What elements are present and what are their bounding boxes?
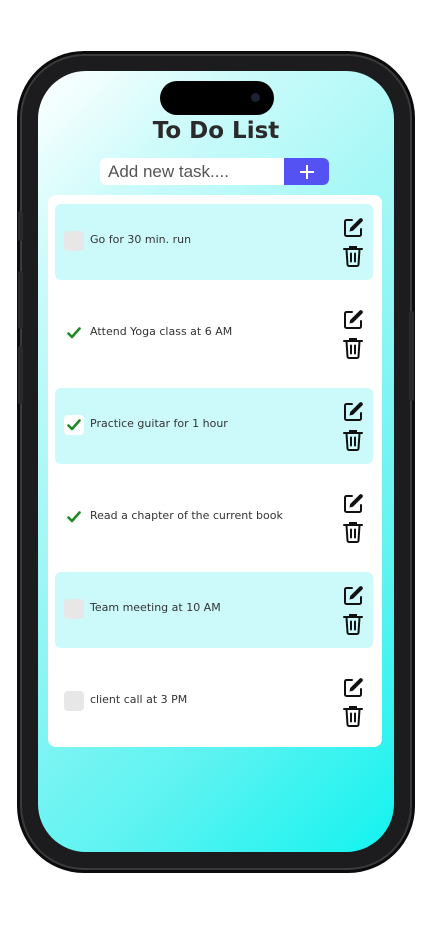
- edit-icon[interactable]: [341, 584, 365, 608]
- trash-icon[interactable]: [341, 244, 365, 268]
- checkmark-icon: [67, 511, 81, 523]
- task-checkbox[interactable]: [64, 691, 84, 711]
- volume-up-button: [18, 271, 23, 329]
- trash-icon[interactable]: [341, 520, 365, 544]
- edit-icon[interactable]: [341, 216, 365, 240]
- trash-icon[interactable]: [341, 428, 365, 452]
- add-task-form: [100, 158, 329, 185]
- edit-icon[interactable]: [341, 400, 365, 424]
- trash-icon[interactable]: [341, 704, 365, 728]
- task-checkbox[interactable]: [64, 323, 84, 343]
- plus-icon: [299, 164, 314, 179]
- camera-icon: [251, 93, 260, 102]
- task-item: client call at 3 PM: [55, 664, 373, 740]
- edit-icon[interactable]: [341, 676, 365, 700]
- task-label: Go for 30 min. run: [90, 233, 192, 246]
- task-item: Read a chapter of the current book: [55, 480, 373, 556]
- new-task-input[interactable]: [100, 158, 284, 185]
- task-checkbox[interactable]: [64, 599, 84, 619]
- screen: To Do List Go for 30 min. run: [38, 71, 394, 852]
- task-label: client call at 3 PM: [90, 693, 188, 706]
- edit-icon[interactable]: [341, 308, 365, 332]
- dynamic-island: [160, 81, 274, 115]
- trash-icon[interactable]: [341, 336, 365, 360]
- action-button: [18, 211, 23, 241]
- task-item: Go for 30 min. run: [55, 204, 373, 280]
- task-item: Team meeting at 10 AM: [55, 572, 373, 648]
- add-task-button[interactable]: [284, 158, 329, 185]
- task-item: Attend Yoga class at 6 AM: [55, 296, 373, 372]
- task-checkbox[interactable]: [64, 415, 84, 435]
- checkmark-icon: [67, 327, 81, 339]
- power-button: [409, 311, 414, 401]
- task-checkbox[interactable]: [64, 231, 84, 251]
- task-label: Team meeting at 10 AM: [90, 601, 221, 614]
- page-title: To Do List: [152, 118, 280, 144]
- task-list: Go for 30 min. run Attend Yoga class at …: [48, 195, 382, 747]
- phone-frame: To Do List Go for 30 min. run: [18, 56, 414, 868]
- task-checkbox[interactable]: [64, 507, 84, 527]
- task-item: Practice guitar for 1 hour: [55, 388, 373, 464]
- task-label: Attend Yoga class at 6 AM: [90, 325, 233, 338]
- task-label: Read a chapter of the current book: [90, 509, 283, 522]
- checkmark-icon: [67, 419, 81, 431]
- volume-down-button: [18, 346, 23, 404]
- trash-icon[interactable]: [341, 612, 365, 636]
- task-label: Practice guitar for 1 hour: [90, 417, 228, 430]
- edit-icon[interactable]: [341, 492, 365, 516]
